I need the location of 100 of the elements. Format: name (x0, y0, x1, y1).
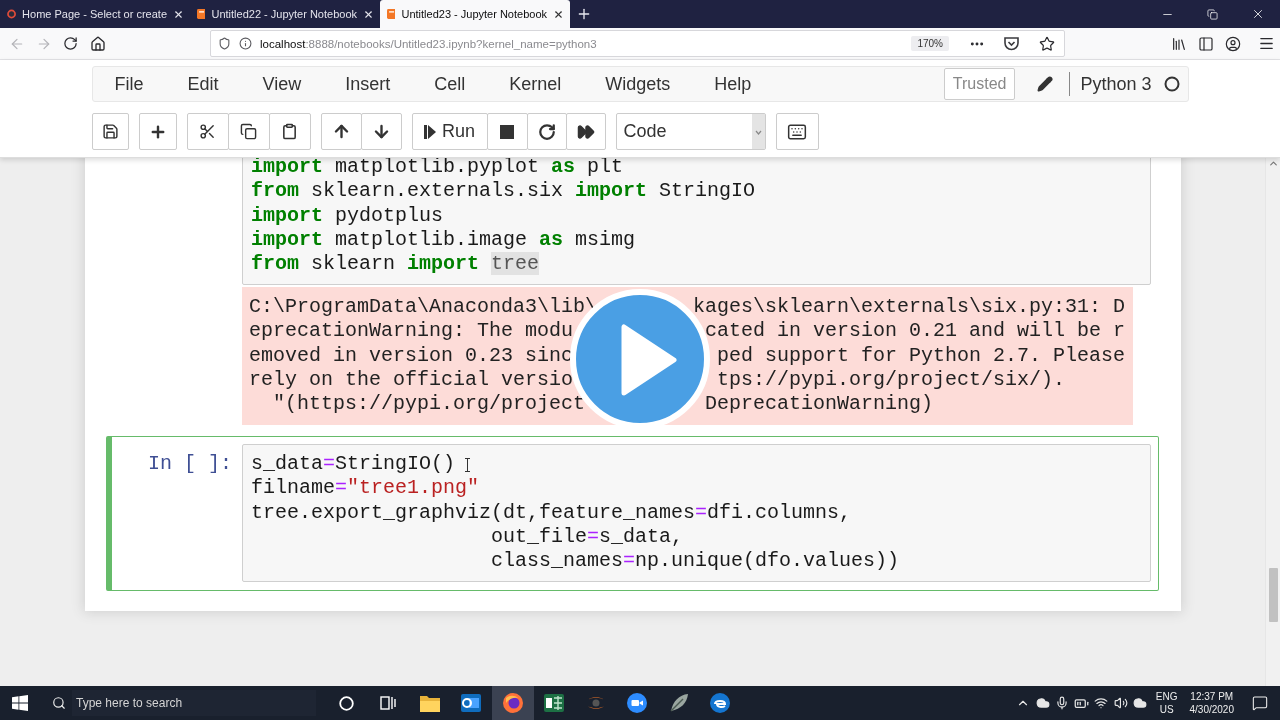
output-text: "(https://pypi.org/project (272, 392, 586, 417)
step-forward-icon (424, 123, 436, 140)
run-all-button[interactable] (565, 113, 606, 150)
output-text: DeprecationWarning) (705, 392, 934, 417)
library-icon[interactable] (1170, 35, 1187, 52)
menu-item[interactable]: File (92, 73, 166, 95)
menu-item[interactable]: Help (692, 73, 774, 95)
output-text: emoved in version 0.23 sinc (249, 343, 574, 368)
text-cursor-icon (464, 458, 471, 472)
video-camera-icon (627, 693, 648, 713)
folder-icon (419, 694, 440, 712)
task-view-icon[interactable] (380, 696, 397, 710)
stop-button[interactable] (486, 113, 528, 150)
fast-forward-icon (576, 122, 595, 141)
trusted-button[interactable]: Trusted (943, 68, 1016, 100)
restore-icon[interactable] (1207, 8, 1218, 20)
scroll-thumb[interactable] (1268, 568, 1278, 622)
pencil-icon[interactable] (1037, 76, 1054, 92)
sidebar-icon[interactable] (1197, 35, 1214, 52)
code-line: import matplotlib.image as msimg (251, 227, 636, 253)
address-text[interactable]: localhost:8888/notebooks/Untitled23.ipynb?kernel_name=python3 (260, 37, 597, 50)
account-icon[interactable] (1224, 35, 1241, 52)
leaf-icon (668, 693, 689, 713)
circle-icon[interactable] (339, 695, 355, 711)
language-text[interactable]: ENG (1155, 690, 1178, 703)
speaker-icon[interactable] (1113, 696, 1128, 710)
scissors-icon (199, 123, 216, 140)
address-bar[interactable]: localhost:8888/notebooks/Untitled23.ipynb?kernel_name=python3 170% (210, 30, 1065, 57)
cloud-icon[interactable] (1035, 696, 1050, 710)
pouch-icon[interactable] (1004, 36, 1019, 51)
close-icon[interactable] (363, 8, 374, 20)
search-icon (52, 696, 66, 710)
mail-icon (461, 694, 482, 712)
star-icon[interactable] (1038, 35, 1055, 52)
scrollbar[interactable] (1265, 158, 1280, 686)
save-icon (101, 123, 119, 140)
code-cell[interactable]: In [ ]: s_data=StringIO() filname="tree1.png" tree.export_graphviz(dt,feature_names=dfi.columns, out_file=s_data, class_names=np.unique(dfo.values)) (105, 435, 1159, 591)
notebook-icon (387, 7, 396, 21)
menu-item[interactable]: View (240, 73, 324, 95)
input-prompt: In [ ]: (148, 451, 232, 477)
move-up-button[interactable] (320, 113, 362, 150)
menu-item[interactable]: Cell (412, 73, 488, 95)
menu-item[interactable]: Kernel (487, 73, 584, 95)
notebook-icon (197, 7, 206, 21)
menu-icon[interactable] (1258, 35, 1275, 52)
cell-type-select[interactable]: Code (615, 113, 766, 150)
stop-icon (500, 124, 514, 139)
home-icon[interactable] (89, 35, 106, 52)
code-line: out_file=s_data, (490, 524, 684, 550)
code-line: filname="tree1.png" (251, 476, 480, 501)
menu-item[interactable]: Widgets (583, 73, 693, 95)
globe-icon (502, 693, 523, 713)
kernel-name: Python 3 (1080, 73, 1152, 95)
caret-icon (751, 114, 765, 149)
code-line: s_data=StringIO() (251, 451, 456, 477)
save-button[interactable] (91, 113, 129, 150)
reload-icon[interactable] (63, 36, 78, 51)
info-icon[interactable] (239, 37, 252, 50)
zoom-reset-button[interactable]: 170% (911, 36, 949, 51)
restart-icon (537, 122, 556, 141)
output-text: eprecationWarning: The modu (249, 319, 574, 344)
cut-button[interactable] (186, 113, 229, 150)
output-text: C:\ProgramData\Anaconda3\lib\ (249, 295, 598, 320)
spreadsheet-icon (544, 694, 565, 712)
code-input[interactable]: import matplotlib.pyplot as plt from sklearn.externals.six import StringIO import pydotplus import matplotlib.image as msimg from sklearn import tree (242, 158, 1151, 285)
start-icon[interactable] (12, 695, 28, 711)
code-line: from sklearn import tree (251, 252, 540, 277)
browser-tab[interactable]: Home Page - Select or create (0, 0, 190, 28)
clock-time[interactable]: 12:37 PM (1190, 690, 1234, 703)
code-line: from sklearn.externals.six import StringIO (251, 179, 756, 204)
paste-button[interactable] (268, 113, 311, 150)
close-icon[interactable] (553, 8, 564, 20)
notification-icon[interactable] (1252, 695, 1268, 711)
menu-item[interactable]: Edit (165, 73, 241, 95)
clock-date[interactable]: 4/30/2020 (1189, 703, 1234, 716)
menu-item[interactable]: Insert (323, 73, 413, 95)
restart-button[interactable] (526, 113, 567, 150)
code-line: tree.export_graphviz(dt,feature_names=dfi.columns, (251, 500, 852, 525)
output-text: rely on the official versio (249, 367, 574, 393)
code-line: import pydotplus (251, 203, 444, 228)
browser-tab[interactable]: Untitled22 - Jupyter Notebook (190, 0, 380, 28)
insert-cell-button[interactable] (138, 113, 177, 150)
output-text: tps://pypi.org/project/six/). (717, 367, 1066, 393)
swirl-icon (710, 693, 731, 713)
close-icon[interactable] (173, 8, 184, 20)
run-button[interactable]: Run (411, 113, 488, 150)
output-text: cated in version 0.21 and will be r (705, 319, 1126, 344)
keyboard-button[interactable] (775, 113, 819, 150)
search-field[interactable]: Type here to search (72, 690, 316, 716)
code-input[interactable]: s_data=StringIO() filname="tree1.png" tree.export_graphviz(dt,feature_names=dfi.columns, out_file=s_data, class_names=np.unique(dfo.values)) (242, 443, 1151, 582)
region-text[interactable]: US (1159, 703, 1174, 716)
browser-tab[interactable]: Untitled23 - Jupyter Notebook (380, 0, 570, 28)
wifi-icon[interactable] (1094, 696, 1109, 710)
shield-icon[interactable] (218, 37, 231, 50)
microphone-icon[interactable] (1055, 696, 1070, 710)
plus-icon[interactable] (576, 6, 592, 22)
code-line: import matplotlib.pyplot as plt (251, 158, 624, 180)
cloud-icon[interactable] (1133, 696, 1148, 710)
copy-button[interactable] (227, 113, 270, 150)
move-down-button[interactable] (360, 113, 402, 150)
